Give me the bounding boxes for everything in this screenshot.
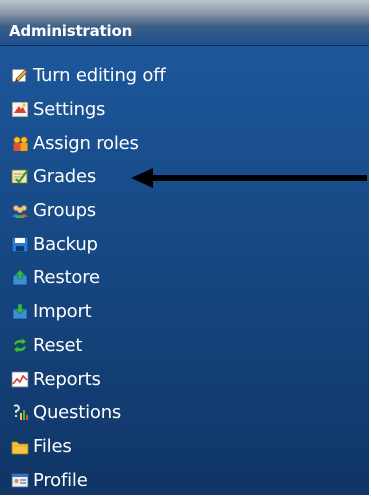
menu-item-label: Settings [33,99,106,121]
menu-item-import[interactable]: Import [0,295,166,329]
menu-item-label: Backup [33,233,98,255]
menu-item-label: Assign roles [33,132,139,154]
menu-item-turn-editing-off[interactable]: Turn editing off [0,59,166,93]
menu-item-label: Reports [33,368,101,390]
restore-icon [11,269,29,286]
questions-icon [11,404,29,421]
menu-item-questions[interactable]: Questions [0,396,166,430]
menu-item-restore[interactable]: Restore [0,261,166,295]
pointing-arrow-icon [131,168,367,188]
folder-icon [11,438,29,455]
menu-item-label: Restore [33,267,100,289]
menu-item-reports[interactable]: Reports [0,362,166,396]
block-title: Administration [9,22,133,40]
menu-item-label: Profile [33,469,88,491]
grades-icon [11,168,29,185]
import-icon [11,303,29,320]
menu-item-assign-roles[interactable]: Assign roles [0,126,166,160]
edit-icon [11,67,29,84]
block-header: Administration [0,0,369,46]
menu-item-groups[interactable]: Groups [0,194,166,228]
menu-item-settings[interactable]: Settings [0,93,166,127]
administration-block: Administration Turn editing off Settings… [0,0,371,495]
menu-item-label: Grades [33,166,97,188]
backup-icon [11,236,29,253]
menu-item-profile[interactable]: Profile [0,463,166,497]
menu-item-label: Files [33,435,72,457]
menu-item-backup[interactable]: Backup [0,227,166,261]
menu-item-files[interactable]: Files [0,430,166,464]
menu-item-label: Turn editing off [33,65,166,87]
admin-menu: Turn editing off Settings Assign roles G… [0,59,166,497]
settings-icon [11,101,29,118]
menu-item-label: Groups [33,200,96,222]
groups-icon [11,202,29,219]
menu-item-label: Import [33,301,92,323]
menu-item-label: Reset [33,334,83,356]
profile-icon [11,472,29,489]
menu-item-label: Questions [33,402,122,424]
menu-item-reset[interactable]: Reset [0,329,166,363]
roles-icon [11,135,29,152]
reports-icon [11,371,29,388]
reset-icon [11,337,29,354]
